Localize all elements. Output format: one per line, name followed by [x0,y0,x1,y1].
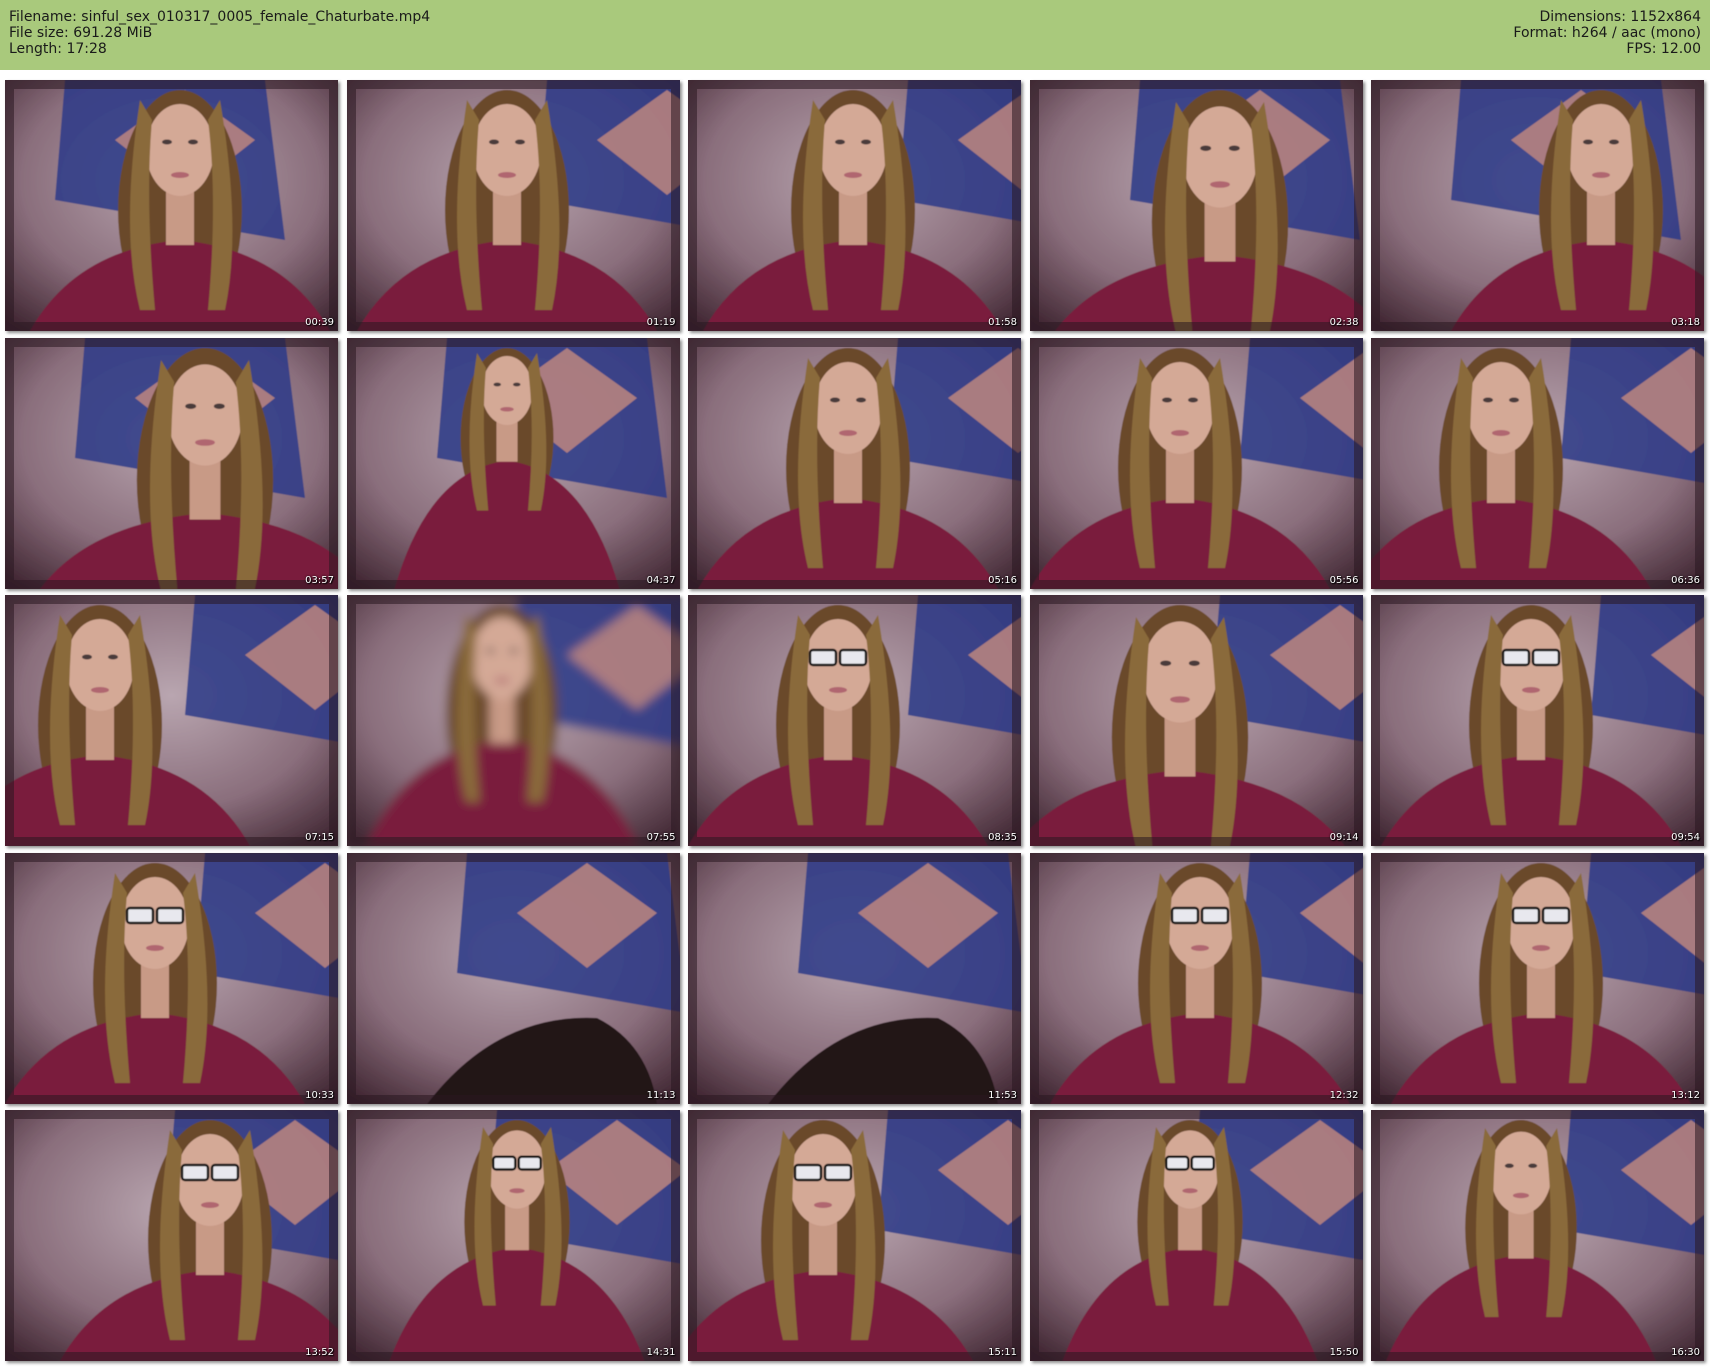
thumbnail-image [1371,1110,1704,1361]
video-thumbnail: 14:31 [346,1110,680,1361]
format-text: Format: h264 / aac (mono) [1513,25,1701,41]
thumbnail-timestamp: 11:13 [646,1089,676,1101]
video-thumbnail: 16:30 [1371,1110,1704,1361]
video-thumbnail: 08:35 [688,595,1021,846]
video-thumbnail: 04:37 [346,337,680,589]
video-thumbnail: 10:33 [5,852,338,1104]
thumbnail-image [5,852,338,1104]
thumbnail-image [5,80,338,331]
thumbnail-timestamp: 16:30 [1671,1347,1700,1358]
thumbnail-timestamp: 07:55 [646,832,676,843]
video-thumbnail: 01:19 [346,80,680,331]
thumbnail-timestamp: 13:12 [1671,1089,1700,1101]
filename-text: Filename: sinful_sex_010317_0005_female_… [9,9,431,25]
thumbnail-grid: 00:39 01:19 01:58 02:38 03:18 03:57 04:37 05:16… [5,80,1705,1361]
video-thumbnail: 09:14 [1029,595,1363,846]
thumbnail-timestamp: 14:31 [646,1347,676,1358]
thumbnail-timestamp: 03:18 [1671,317,1700,328]
thumbnail-timestamp: 06:36 [1671,574,1700,586]
file-info: Filename: sinful_sex_010317_0005_female_… [9,9,430,57]
thumbnail-timestamp: 11:53 [988,1089,1017,1101]
thumbnail-image [1371,337,1704,589]
thumbnail-timestamp: 10:33 [305,1089,334,1101]
video-thumbnail: 03:57 [5,337,338,589]
thumbnail-timestamp: 05:56 [1329,574,1359,586]
thumbnail-timestamp: 08:35 [988,832,1017,843]
thumbnail-image [346,852,680,1104]
thumbnail-image [1029,1110,1363,1361]
thumbnail-timestamp: 03:57 [305,574,334,586]
thumbnail-timestamp: 13:52 [305,1347,334,1358]
thumbnail-image [5,595,338,846]
thumbnail-image [688,595,1021,846]
video-thumbnail: 13:12 [1371,852,1704,1104]
video-thumbnail: 02:38 [1029,80,1363,331]
thumbnail-image [346,595,680,846]
video-thumbnail: 07:15 [5,595,338,846]
video-thumbnail: 05:56 [1029,337,1363,589]
thumbnail-image [1371,595,1704,846]
video-thumbnail: 11:13 [346,852,680,1104]
thumbnail-image [1029,80,1363,331]
thumbnail-timestamp: 09:54 [1671,832,1700,843]
thumbnail-image [5,1110,338,1361]
thumbnail-image [1029,337,1363,589]
thumbnail-timestamp: 04:37 [646,574,676,586]
thumbnail-image [346,337,680,589]
thumbnail-timestamp: 02:38 [1329,317,1359,328]
filesize-text: File size: 691.28 MiB [9,25,153,41]
thumbnail-timestamp: 01:19 [646,317,676,328]
thumbnail-image [1029,852,1363,1104]
dimensions-text: Dimensions: 1152x864 [1539,9,1701,25]
thumbnail-timestamp: 05:16 [988,574,1017,586]
length-text: Length: 17:28 [9,41,107,57]
video-thumbnail: 11:53 [688,852,1021,1104]
thumbnail-image [1371,852,1704,1104]
thumbnail-image [688,852,1021,1104]
thumbnail-timestamp: 12:32 [1329,1089,1359,1101]
thumbnail-image [346,1110,680,1361]
thumbnail-image [1371,80,1704,331]
thumbnail-timestamp: 01:58 [988,317,1017,328]
thumbnail-timestamp: 09:14 [1329,832,1359,843]
video-thumbnail: 06:36 [1371,337,1704,589]
video-thumbnail: 01:58 [688,80,1021,331]
video-thumbnail: 03:18 [1371,80,1704,331]
thumbnail-image [688,80,1021,331]
video-thumbnail: 13:52 [5,1110,338,1361]
video-thumbnail: 09:54 [1371,595,1704,846]
thumbnail-timestamp: 15:11 [988,1347,1017,1358]
info-header: Filename: sinful_sex_010317_0005_female_… [0,0,1710,70]
video-thumbnail: 00:39 [5,80,338,331]
thumbnail-image [688,1110,1021,1361]
thumbnail-image [688,337,1021,589]
video-info: Dimensions: 1152x864 Format: h264 / aac … [1513,9,1701,57]
thumbnail-image [5,337,338,589]
video-thumbnail: 07:55 [346,595,680,846]
video-thumbnail: 12:32 [1029,852,1363,1104]
video-thumbnail: 15:11 [688,1110,1021,1361]
thumbnail-timestamp: 15:50 [1329,1347,1359,1358]
thumbnail-image [1029,595,1363,846]
video-thumbnail: 15:50 [1029,1110,1363,1361]
fps-text: FPS: 12.00 [1626,41,1701,57]
thumbnail-timestamp: 07:15 [305,832,334,843]
thumbnail-timestamp: 00:39 [305,317,334,328]
thumbnail-image [346,80,680,331]
video-thumbnail: 05:16 [688,337,1021,589]
